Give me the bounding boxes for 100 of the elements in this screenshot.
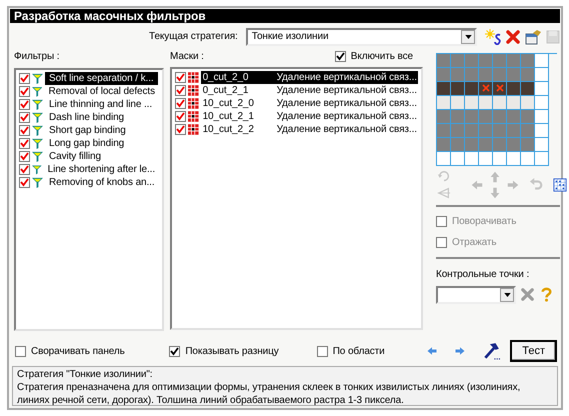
- grid-cell[interactable]: [493, 124, 507, 138]
- grid-cell[interactable]: [437, 82, 451, 96]
- grid-cell[interactable]: [465, 82, 479, 96]
- grid-cell[interactable]: [451, 82, 465, 96]
- properties-button[interactable]: [525, 28, 541, 45]
- grid-cell[interactable]: [535, 54, 549, 68]
- checkbox[interactable]: [334, 50, 346, 62]
- strategy-combo[interactable]: Тонкие изолинии: [246, 28, 477, 46]
- grid-cell[interactable]: [521, 54, 535, 68]
- grid-cell[interactable]: [521, 124, 535, 138]
- grid-cell[interactable]: [451, 124, 465, 138]
- grid-cell[interactable]: [437, 96, 451, 110]
- grid-cell[interactable]: [465, 110, 479, 124]
- filter-item[interactable]: Dash line binding: [45, 110, 128, 124]
- grid-cell[interactable]: [465, 54, 479, 68]
- grid-cell[interactable]: [535, 96, 549, 110]
- grid-cell[interactable]: [479, 152, 493, 166]
- mask-item[interactable]: 0_cut_2_1 Удаление вертикальной связ...: [200, 84, 418, 97]
- grid-cell[interactable]: [437, 54, 451, 68]
- grid-cell[interactable]: [521, 82, 535, 96]
- dropdown-button[interactable]: [500, 288, 514, 302]
- checkbox[interactable]: [19, 138, 30, 149]
- checkbox[interactable]: [19, 124, 30, 136]
- checkbox[interactable]: [175, 72, 186, 83]
- grid-cell[interactable]: [521, 138, 535, 152]
- filter-item[interactable]: Removing of knobs an...: [45, 176, 159, 189]
- help-button[interactable]: [539, 287, 554, 302]
- control-points-combo[interactable]: [436, 286, 516, 304]
- grid-cell[interactable]: [493, 152, 507, 166]
- grid-cell[interactable]: [535, 68, 549, 82]
- checkbox[interactable]: [169, 346, 180, 356]
- grid-cell[interactable]: [507, 82, 521, 96]
- grid-cell[interactable]: [437, 152, 451, 166]
- grid-cell[interactable]: [521, 96, 535, 110]
- filter-item[interactable]: Removal of local defects: [44, 84, 159, 98]
- checkbox[interactable]: [19, 164, 30, 175]
- grid-cell[interactable]: [479, 138, 493, 152]
- mask-item[interactable]: 10_cut_2_2 Удаление вертикальной связ...: [200, 122, 418, 136]
- grid-cell[interactable]: [437, 138, 451, 152]
- grid-cell[interactable]: [493, 54, 507, 68]
- grid-cell[interactable]: [451, 152, 465, 166]
- grid-cell[interactable]: [479, 54, 493, 68]
- grid-cell[interactable]: [479, 124, 493, 138]
- filter-item[interactable]: Long gap binding: [45, 136, 128, 150]
- filter-item[interactable]: Short gap binding: [45, 124, 130, 137]
- grid-cell[interactable]: [535, 110, 549, 124]
- grid-cell[interactable]: [479, 82, 493, 96]
- grid-button[interactable]: [553, 178, 567, 192]
- delete-button[interactable]: [505, 28, 521, 45]
- grid-cell[interactable]: [521, 152, 535, 166]
- grid-cell[interactable]: [451, 110, 465, 124]
- grid-cell[interactable]: [493, 138, 507, 152]
- grid-cell[interactable]: [521, 68, 535, 82]
- checkbox[interactable]: [15, 346, 26, 356]
- checkbox[interactable]: [175, 84, 186, 96]
- checkbox[interactable]: [19, 72, 30, 84]
- grid-cell[interactable]: [507, 152, 521, 166]
- mask-item[interactable]: 10_cut_2_1 Удаление вертикальной связ...: [200, 110, 418, 123]
- filter-item[interactable]: Cavity filling: [45, 150, 105, 163]
- grid-cell[interactable]: [465, 96, 479, 110]
- arrow-left-button[interactable]: [426, 345, 438, 357]
- grid-cell[interactable]: [507, 110, 521, 124]
- grid-cell[interactable]: [507, 68, 521, 82]
- grid-cell[interactable]: [493, 68, 507, 82]
- grid-cell[interactable]: [479, 68, 493, 82]
- grid-cell[interactable]: [465, 124, 479, 138]
- grid-cell[interactable]: [465, 68, 479, 82]
- grid-cell[interactable]: [451, 54, 465, 68]
- grid-cell[interactable]: [507, 138, 521, 152]
- grid-cell[interactable]: [507, 124, 521, 138]
- filter-item[interactable]: Line shortening after le...: [44, 162, 159, 176]
- filter-item[interactable]: Soft line separation / k...: [45, 72, 158, 85]
- mask-grid[interactable]: [436, 52, 557, 166]
- checkbox[interactable]: [19, 176, 30, 188]
- new-button[interactable]: [485, 28, 501, 45]
- grid-cell[interactable]: [465, 152, 479, 166]
- arrow-right-button[interactable]: [454, 345, 466, 357]
- hammer-button[interactable]: [482, 342, 500, 360]
- filter-item[interactable]: Line thinning and line ...: [45, 98, 156, 111]
- grid-cell[interactable]: [493, 96, 507, 110]
- grid-cell[interactable]: [451, 68, 465, 82]
- grid-cell[interactable]: [535, 138, 549, 152]
- grid-cell[interactable]: [493, 82, 507, 96]
- mask-item[interactable]: 0_cut_2_0 Удаление вертикальной связ...: [200, 70, 418, 84]
- checkbox[interactable]: [175, 98, 186, 109]
- checkbox[interactable]: [316, 346, 328, 356]
- grid-cell[interactable]: [479, 110, 493, 124]
- grid-cell[interactable]: [451, 138, 465, 152]
- grid-cell[interactable]: [437, 124, 451, 138]
- dropdown-button[interactable]: [461, 30, 475, 44]
- grid-cell[interactable]: [437, 110, 451, 124]
- grid-cell[interactable]: [535, 152, 549, 166]
- grid-cell[interactable]: [507, 96, 521, 110]
- grid-cell[interactable]: [493, 110, 507, 124]
- mask-item[interactable]: 10_cut_2_0 Удаление вертикальной связ...: [200, 96, 418, 110]
- checkbox[interactable]: [175, 110, 186, 122]
- checkbox[interactable]: [19, 98, 30, 110]
- grid-cell[interactable]: [451, 96, 465, 110]
- grid-cell[interactable]: [437, 68, 451, 82]
- grid-cell[interactable]: [507, 54, 521, 68]
